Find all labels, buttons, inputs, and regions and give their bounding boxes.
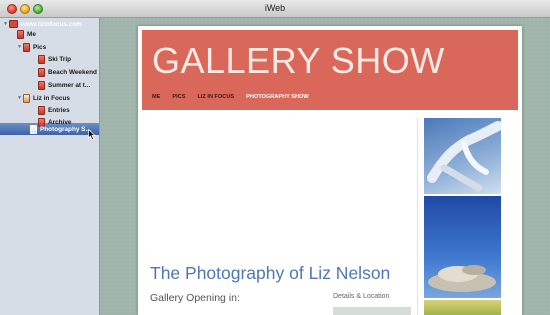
sidebar-item-label: Me xyxy=(27,30,36,38)
nav-item-me[interactable]: ME xyxy=(152,94,160,100)
sidebar-item-label: Ski Trip xyxy=(48,55,72,63)
page-canvas: GALLERY SHOW ME PICS LIZ IN FOCUS PHOTOG… xyxy=(100,18,550,315)
sky-rock-photo[interactable] xyxy=(424,196,501,298)
sidebar-item-liz-in-focus[interactable]: ▼ Liz in Focus xyxy=(17,92,100,104)
sidebar-item-label: Liz in Focus xyxy=(33,94,70,102)
details-location-label[interactable]: Details & Location xyxy=(333,293,389,300)
photo-page-icon xyxy=(38,80,45,90)
mouse-pointer-icon xyxy=(88,129,96,140)
site-title[interactable]: GALLERY SHOW xyxy=(152,40,445,82)
gallery-opening-text[interactable]: Gallery Opening in: xyxy=(150,292,240,304)
photo-page-icon xyxy=(38,54,45,64)
photo-image xyxy=(428,265,496,292)
sidebar-site-label: www.lizinfocus.com xyxy=(21,20,82,28)
sidebar-item-label: Photography S... xyxy=(40,125,91,133)
title-bar: iWeb xyxy=(0,0,550,18)
sidebar-item-pics[interactable]: ▼ Pics xyxy=(17,41,100,53)
sidebar-item-summer[interactable]: Summer at t... xyxy=(38,79,100,91)
nav-item-pics[interactable]: PICS xyxy=(172,94,185,100)
page-icon xyxy=(30,124,37,134)
sidebar-item-me[interactable]: Me xyxy=(17,28,100,40)
photo-image xyxy=(427,121,503,192)
blog-icon xyxy=(23,93,30,103)
sidebar-item-label: Entries xyxy=(48,106,70,114)
column-divider xyxy=(417,118,418,315)
nav-item-photography-show[interactable]: PHOTOGRAPHY SHOW xyxy=(246,94,309,100)
sidebar-item-ski-trip[interactable]: Ski Trip xyxy=(38,53,100,65)
site-organizer-sidebar: ▼ www.lizinfocus.com Me ▼ Pics Ski Trip … xyxy=(0,18,100,315)
entries-icon xyxy=(38,105,45,115)
sidebar-item-beach-weekend[interactable]: Beach Weekend xyxy=(38,66,100,78)
flower-photo[interactable] xyxy=(424,300,501,315)
snowy-branch-photo[interactable] xyxy=(424,118,503,194)
photo-page-icon xyxy=(38,67,45,77)
page-heading[interactable]: The Photography of Liz Nelson xyxy=(150,263,390,284)
details-location-box xyxy=(333,307,411,315)
sidebar-item-label: Summer at t... xyxy=(48,81,91,89)
web-page[interactable]: GALLERY SHOW ME PICS LIZ IN FOCUS PHOTOG… xyxy=(138,26,522,315)
sidebar-item-label: Beach Weekend xyxy=(48,68,97,76)
sidebar-item-label: Pics xyxy=(33,43,47,51)
page-icon xyxy=(23,42,30,52)
iweb-window: iWeb ▼ www.lizinfocus.com Me ▼ Pics Ski … xyxy=(0,0,550,315)
sidebar-item-entries[interactable]: Entries xyxy=(38,104,100,116)
page-header: GALLERY SHOW ME PICS LIZ IN FOCUS PHOTOG… xyxy=(142,30,518,110)
page-icon xyxy=(17,29,24,39)
navigation-bar: ME PICS LIZ IN FOCUS PHOTOGRAPHY SHOW xyxy=(152,94,309,100)
nav-item-liz-in-focus[interactable]: LIZ IN FOCUS xyxy=(197,94,234,100)
window-title: iWeb xyxy=(264,3,286,13)
website-icon xyxy=(9,20,18,28)
